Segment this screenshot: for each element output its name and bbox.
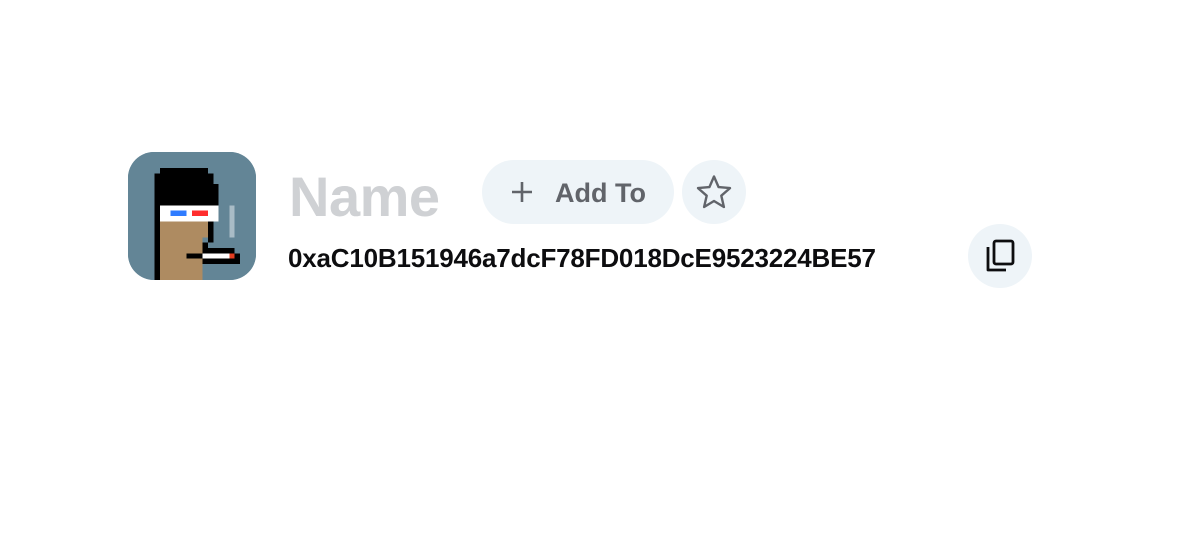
avatar: [128, 152, 256, 280]
add-to-button[interactable]: Add To: [482, 160, 674, 224]
profile-name: Name: [289, 165, 440, 228]
copy-address-button[interactable]: [968, 224, 1032, 288]
copy-icon: [986, 239, 1015, 272]
profile-header: Name Add To 0xaC10B151946a7dcF78FD018DcE…: [0, 0, 1200, 544]
pixel-art-avatar-icon: [128, 152, 256, 280]
favorite-button[interactable]: [682, 160, 746, 224]
star-icon: [696, 175, 732, 209]
plus-icon: [512, 182, 532, 202]
wallet-address: 0xaC10B151946a7dcF78FD018DcE9523224BE57: [288, 243, 876, 273]
add-to-label: Add To: [555, 178, 646, 208]
